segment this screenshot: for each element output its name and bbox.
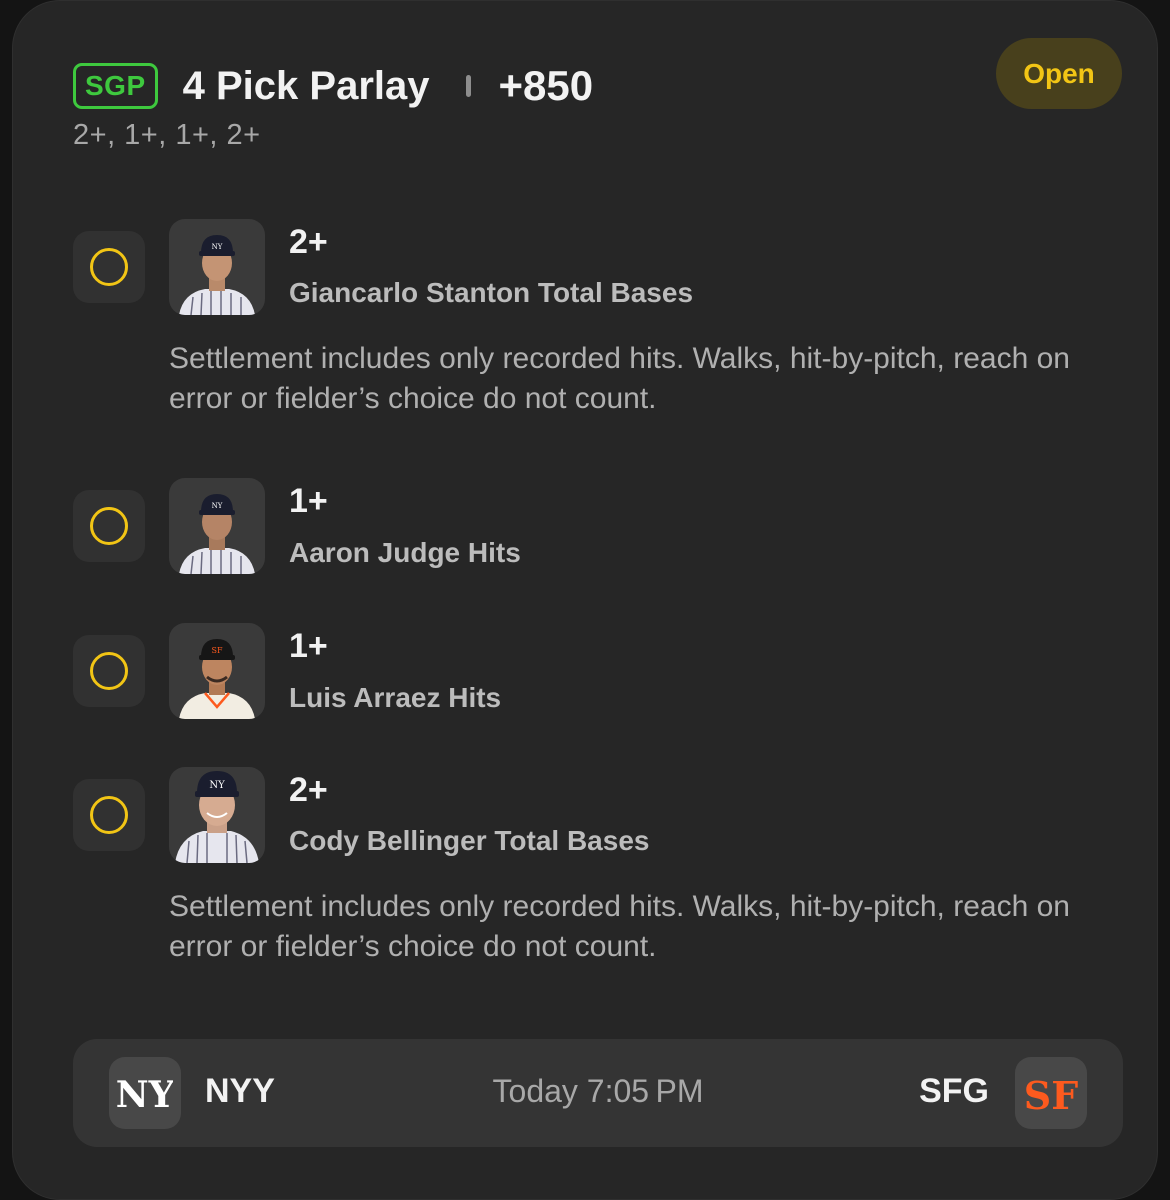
leg-status-icon [73,231,145,303]
svg-text:SF: SF [211,646,222,655]
svg-text:SF: SF [1024,1073,1078,1118]
parlay-odds: +850 [498,62,594,109]
leg-line: 1+ [289,627,328,665]
status-badge: Open [996,38,1122,109]
leg-settlement-note: Settlement includes only recorded hits. … [169,342,1070,415]
pending-circle-icon [90,796,128,834]
leg-market: Giancarlo Stanton Total Bases [289,277,694,308]
parlay-lines-summary: 2+, 1+, 1+, 2+ [73,119,261,151]
leg-status-icon [73,779,145,851]
leg-line: 2+ [289,771,328,809]
sgp-badge: SGP [73,63,158,109]
leg-status-icon [73,635,145,707]
player-avatar: SF [169,623,265,719]
pending-circle-icon [90,652,128,690]
parlay-header: SGP 4 Pick Parlay +850 [73,61,593,111]
giants-logo-icon: SF [1024,1073,1078,1118]
player-avatar: NY [169,478,265,574]
leg-settlement-note: Settlement includes only recorded hits. … [169,890,1070,963]
parlay-title: 4 Pick Parlay [182,63,430,108]
pending-circle-icon [90,507,128,545]
player-headshot-icon: NY [179,494,255,574]
header-divider [465,75,471,97]
leg-line: 1+ [289,482,328,520]
leg-market: Cody Bellinger Total Bases [289,825,650,856]
game-footer[interactable]: NY NYY Today 7:05 PM SFG SF [73,1039,1123,1147]
player-avatar: NY [169,767,265,863]
svg-text:NY: NY [209,780,225,791]
giants-logo: SF [1015,1057,1087,1129]
player-avatar: NY [169,219,265,315]
leg-market: Luis Arraez Hits [289,682,502,713]
away-team-abbr: SFG [919,1072,989,1110]
leg-market: Aaron Judge Hits [289,537,521,568]
parlay-card[interactable]: SGP 4 Pick Parlay +850 2+, 1+, 1+, 2+ Op… [12,0,1158,1200]
svg-text:NY: NY [212,243,223,251]
player-headshot-icon: SF [179,639,255,719]
player-headshot-icon: NY [179,235,255,315]
leg-line: 2+ [289,223,328,261]
player-headshot-icon: NY [175,771,259,863]
leg-status-icon [73,490,145,562]
svg-text:NY: NY [212,502,223,510]
pending-circle-icon [90,248,128,286]
